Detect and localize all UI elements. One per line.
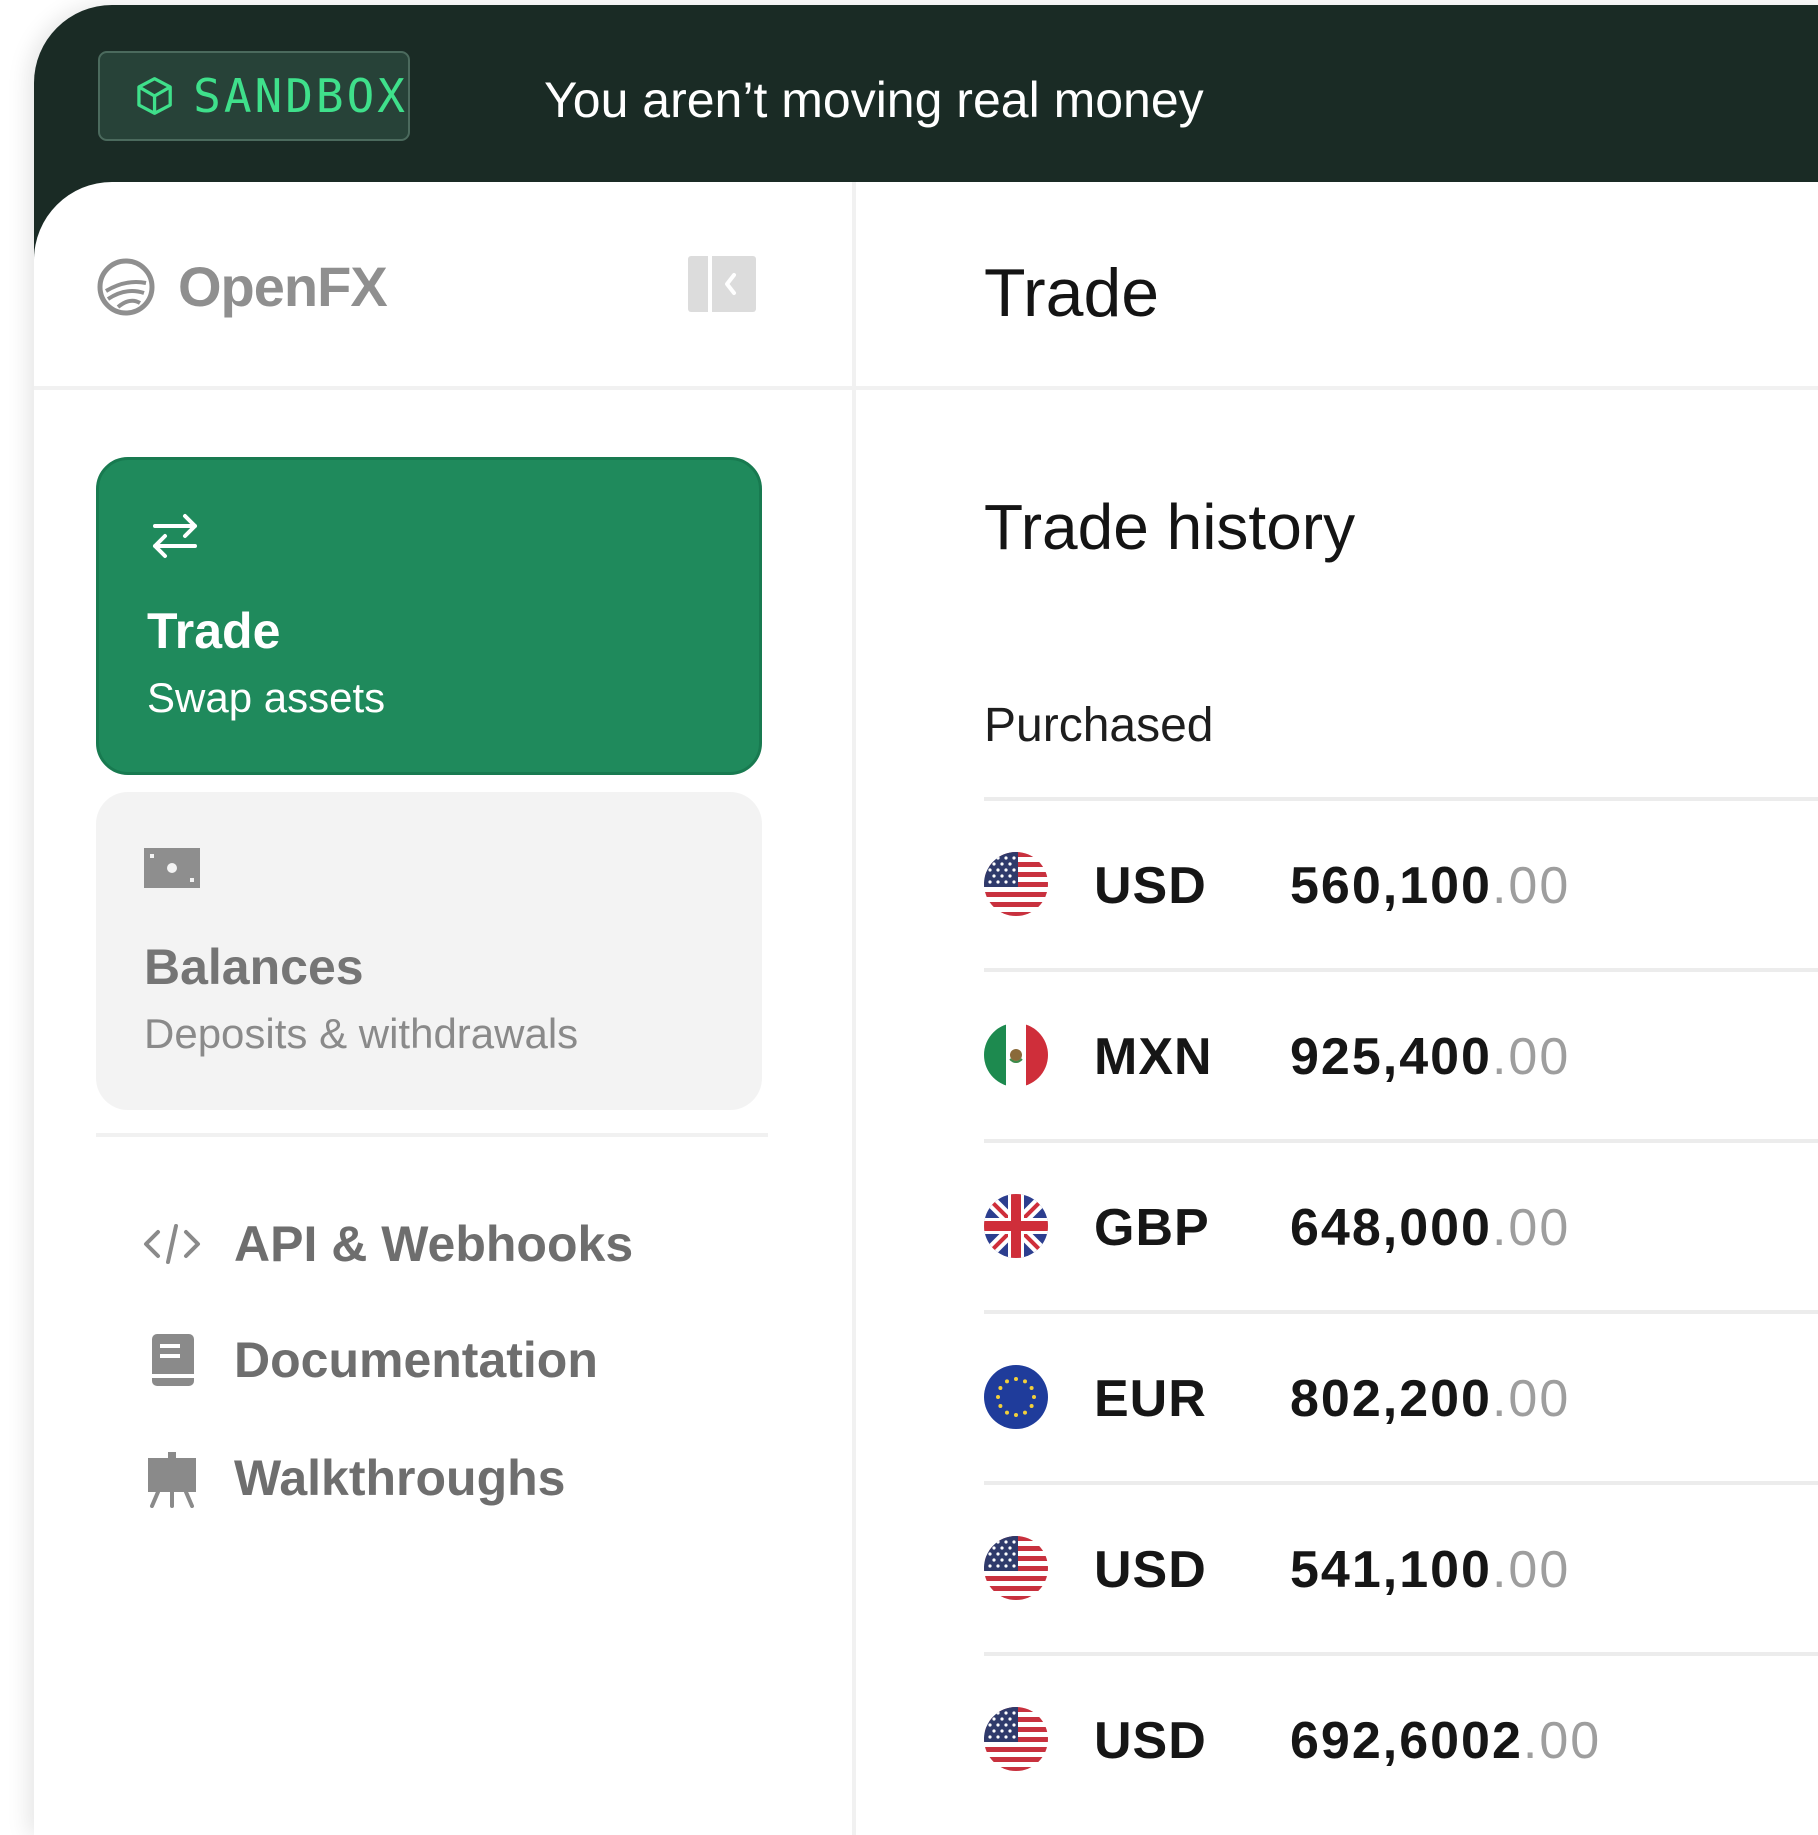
us-flag-icon — [984, 1536, 1048, 1600]
nav-link-label: Walkthroughs — [234, 1450, 566, 1506]
section-title: Trade history — [984, 491, 1356, 563]
nav-card-trade[interactable]: Trade Swap assets — [96, 457, 762, 775]
sidebar-divider — [852, 182, 856, 1835]
row-divider — [984, 1481, 1818, 1485]
trade-row[interactable]: EUR 802,200.00 — [984, 1317, 1818, 1477]
amount: 648,000.00 — [1290, 1199, 1571, 1257]
code-icon — [144, 1224, 200, 1264]
gb-flag-icon — [984, 1194, 1048, 1258]
trade-row[interactable]: USD 560,100.00 — [984, 804, 1818, 964]
eu-flag-icon — [984, 1365, 1048, 1429]
row-divider — [984, 1310, 1818, 1314]
nav-card-title: Balances — [144, 939, 364, 995]
us-flag-icon — [984, 1707, 1048, 1771]
currency-code: USD — [1094, 1541, 1207, 1599]
amount: 802,200.00 — [1290, 1370, 1571, 1428]
row-divider — [984, 797, 1818, 801]
openfx-logo-icon — [97, 258, 155, 315]
main-panel: OpenFX Trade Trade Swap assets Balances — [34, 182, 1818, 1835]
currency-code: MXN — [1094, 1028, 1213, 1086]
sidebar-separator — [96, 1133, 768, 1137]
easel-icon — [148, 1452, 196, 1508]
mx-flag-icon — [984, 1023, 1048, 1087]
trade-row[interactable]: MXN 925,400.00 — [984, 975, 1818, 1135]
currency-code: USD — [1094, 857, 1207, 915]
sandbox-label: SANDBOX — [193, 69, 408, 123]
amount: 541,100.00 — [1290, 1541, 1571, 1599]
book-icon — [152, 1334, 194, 1386]
trade-row[interactable]: USD 541,100.00 — [984, 1488, 1818, 1648]
brand-logo[interactable]: OpenFX — [96, 254, 388, 319]
nav-card-subtitle: Deposits & withdrawals — [144, 1010, 579, 1057]
nav-link-walkthroughs[interactable]: Walkthroughs — [142, 1448, 565, 1508]
amount: 560,100.00 — [1290, 857, 1571, 915]
trade-row[interactable]: GBP 648,000.00 — [984, 1146, 1818, 1306]
nav-link-documentation[interactable]: Documentation — [142, 1330, 598, 1390]
column-header-purchased: Purchased — [984, 699, 1214, 752]
swap-arrows-icon — [153, 514, 197, 558]
page-title: Trade — [984, 255, 1160, 331]
nav-link-label: Documentation — [234, 1332, 598, 1388]
amount: 925,400.00 — [1290, 1028, 1571, 1086]
nav-link-label: API & Webhooks — [234, 1216, 634, 1272]
row-divider — [984, 1652, 1818, 1656]
nav-card-title: Trade — [147, 603, 281, 659]
nav-card-balances[interactable]: Balances Deposits & withdrawals — [96, 792, 762, 1110]
brand-name: OpenFX — [178, 255, 388, 318]
header-divider — [34, 386, 1818, 390]
trade-row[interactable]: USD 692,6002.00 — [984, 1659, 1818, 1819]
us-flag-icon — [984, 852, 1048, 916]
nav-link-api-webhooks[interactable]: API & Webhooks — [142, 1214, 633, 1274]
sandbox-notice: You aren’t moving real money — [544, 72, 1204, 128]
nav-card-subtitle: Swap assets — [147, 674, 386, 721]
amount: 692,6002.00 — [1290, 1712, 1602, 1770]
cube-icon — [137, 77, 172, 115]
row-divider — [984, 968, 1818, 972]
app-window: SANDBOX You aren’t moving real money Ope… — [34, 5, 1818, 1835]
wallet-icon — [144, 848, 200, 888]
currency-code: GBP — [1094, 1199, 1210, 1257]
row-divider — [984, 1139, 1818, 1143]
sandbox-badge: SANDBOX — [98, 51, 410, 141]
currency-code: EUR — [1094, 1370, 1207, 1428]
collapse-sidebar-icon[interactable] — [688, 256, 756, 312]
currency-code: USD — [1094, 1712, 1207, 1770]
